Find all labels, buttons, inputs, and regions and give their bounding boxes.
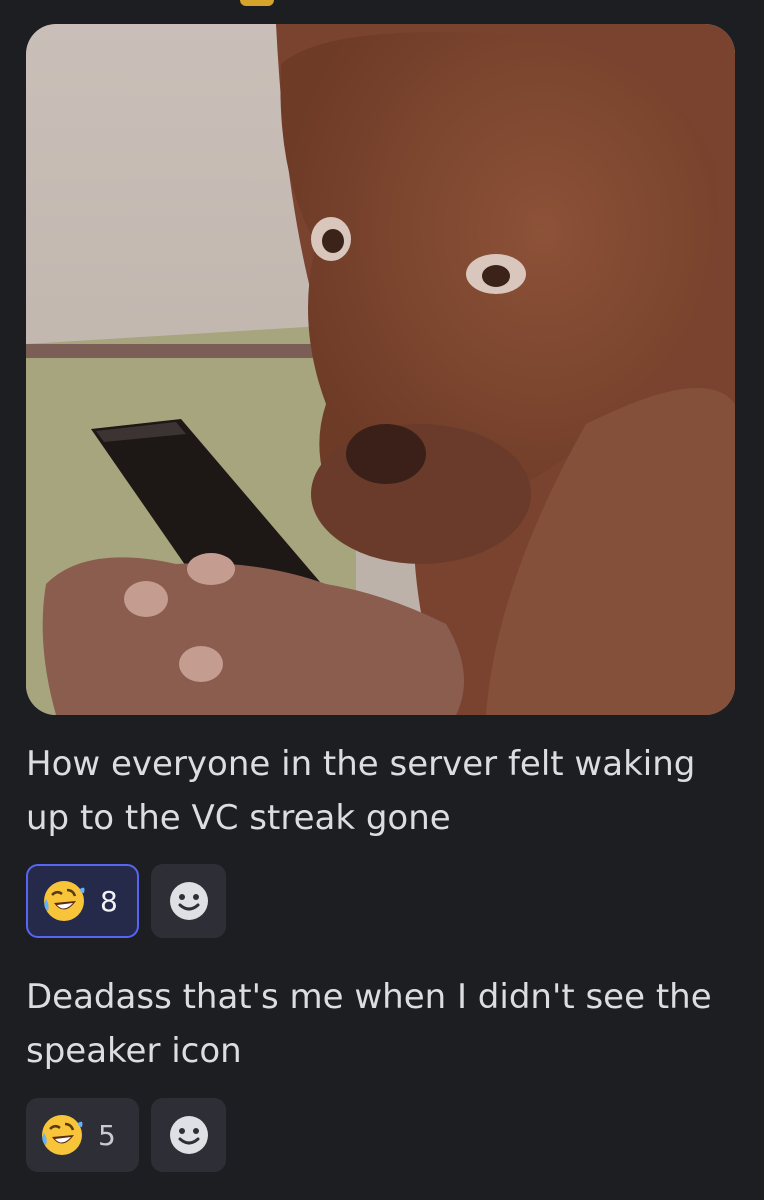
dog-phone-image: [26, 24, 735, 715]
meme-image-attachment[interactable]: [26, 24, 735, 715]
reaction-rofl[interactable]: 8: [26, 864, 139, 938]
reaction-bar: 8: [26, 864, 226, 938]
reaction-count: 8: [100, 884, 118, 918]
previous-message-fragment: [240, 0, 274, 6]
reaction-bar: 5: [26, 1098, 226, 1172]
add-reaction-button[interactable]: [151, 864, 226, 938]
reaction-rofl[interactable]: 5: [26, 1098, 139, 1172]
message-text: How everyone in the server felt waking u…: [26, 744, 696, 838]
chat-page: How everyone in the server felt waking u…: [0, 0, 764, 1200]
reaction-count: 5: [98, 1118, 116, 1152]
rolling-on-the-floor-laughing-emoji-icon: [42, 1115, 83, 1155]
smiley-add-reaction-icon: [169, 1116, 208, 1154]
rolling-on-the-floor-laughing-emoji-icon: [44, 881, 85, 921]
message-text: Deadass that's me when I didn't see the …: [26, 977, 712, 1071]
smiley-add-reaction-icon: [169, 882, 208, 920]
add-reaction-button[interactable]: [151, 1098, 226, 1172]
